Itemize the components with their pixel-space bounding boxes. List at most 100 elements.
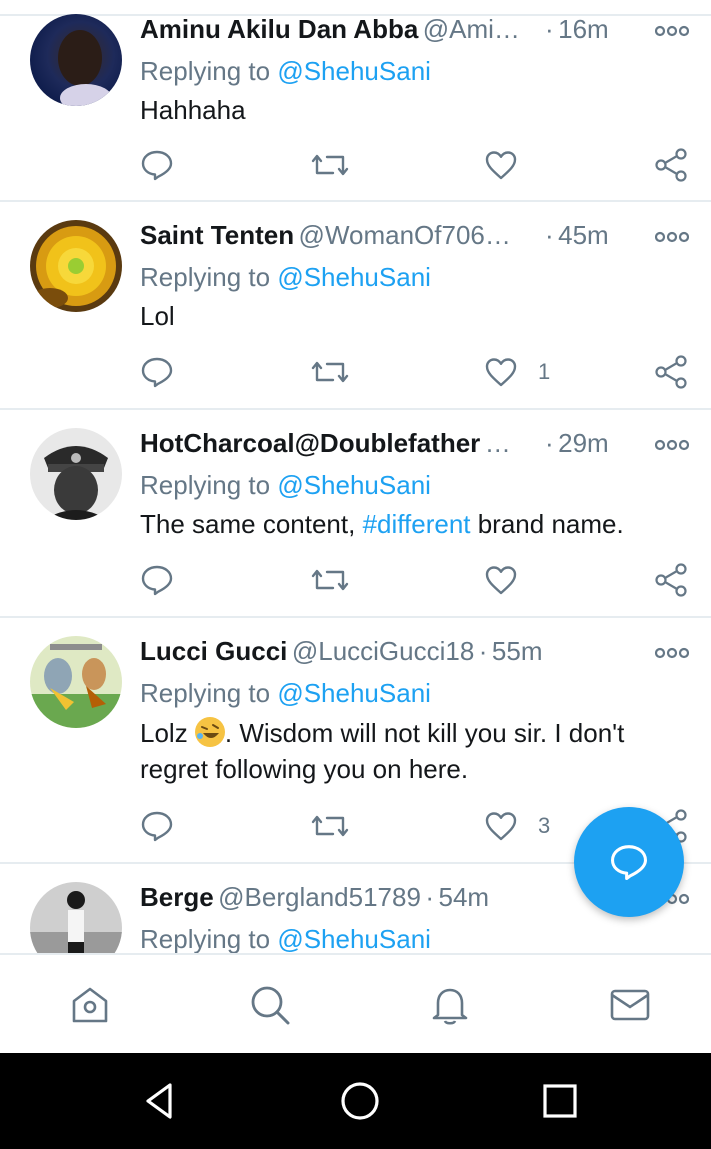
circle-home-icon bbox=[341, 1082, 379, 1120]
mention-link[interactable]: @ShehuSani bbox=[277, 262, 431, 292]
mail-icon bbox=[610, 989, 650, 1021]
reply-bubble-icon bbox=[141, 565, 173, 596]
tweet-item[interactable]: HotCharcoal@Doublefather … · 29m Replyin… bbox=[0, 410, 711, 618]
heart-icon bbox=[485, 358, 517, 387]
tweet-item[interactable]: Saint Tenten @WomanOf706… · 45m Replying… bbox=[0, 202, 711, 410]
like-button[interactable]: 3 bbox=[484, 804, 550, 848]
rolling-laughing-emoji-icon bbox=[194, 717, 225, 747]
tab-search[interactable] bbox=[246, 981, 294, 1029]
avatar[interactable] bbox=[30, 14, 122, 106]
tweet-feed: Aminu Akilu Dan Abba @Ami… · 16m Replyin… bbox=[0, 0, 711, 953]
user-handle: @Ami… bbox=[422, 14, 520, 44]
more-dots-icon[interactable] bbox=[655, 230, 689, 244]
retweet-icon bbox=[311, 569, 349, 591]
tab-notifications[interactable] bbox=[426, 981, 474, 1029]
user-handle: @WomanOf706… bbox=[298, 220, 511, 250]
display-name[interactable]: Lucci Gucci bbox=[140, 636, 287, 666]
timestamp: 54m bbox=[438, 882, 490, 912]
heart-icon bbox=[485, 151, 517, 180]
retweet-button[interactable] bbox=[311, 558, 349, 602]
separator-dot: · bbox=[545, 220, 554, 250]
mention-link[interactable]: @ShehuSani bbox=[277, 678, 431, 708]
retweet-icon bbox=[311, 815, 349, 837]
separator-dot: · bbox=[545, 428, 554, 458]
tweet-actions: 1 bbox=[0, 350, 711, 394]
reply-button[interactable] bbox=[140, 804, 174, 848]
retweet-button[interactable] bbox=[311, 350, 349, 394]
bell-icon bbox=[432, 988, 468, 1025]
tweet-text: Lol bbox=[140, 301, 175, 331]
reply-button[interactable] bbox=[140, 558, 174, 602]
reply-bubble-icon bbox=[141, 811, 173, 842]
share-button[interactable] bbox=[654, 558, 690, 602]
mention-link[interactable]: @ShehuSani bbox=[277, 470, 431, 500]
more-dots-icon[interactable] bbox=[655, 438, 689, 452]
like-button[interactable] bbox=[484, 143, 538, 187]
mention-link[interactable]: @ShehuSani bbox=[277, 56, 431, 86]
replying-to: Replying to @ShehuSani bbox=[140, 924, 431, 953]
more-dots-icon[interactable] bbox=[655, 24, 689, 38]
reply-bubble-icon bbox=[141, 357, 173, 388]
reply-button[interactable] bbox=[140, 350, 174, 394]
tweet-header: Lucci Gucci @LucciGucci18 · 55m bbox=[140, 636, 691, 670]
tweet-text-part: brand name. bbox=[470, 509, 624, 539]
reply-bubble-icon bbox=[141, 150, 173, 181]
mention-link[interactable]: @ShehuSani bbox=[277, 924, 431, 953]
retweet-button[interactable] bbox=[311, 143, 349, 187]
heart-icon bbox=[485, 812, 517, 841]
display-name[interactable]: HotCharcoal@Doublefather bbox=[140, 428, 480, 458]
heart-icon bbox=[485, 566, 517, 595]
display-name[interactable]: Aminu Akilu Dan Abba bbox=[140, 14, 418, 44]
system-navigation-bar bbox=[0, 1053, 711, 1149]
tweet-actions bbox=[0, 143, 711, 187]
hashtag-link[interactable]: #different bbox=[363, 509, 471, 539]
share-icon bbox=[655, 355, 687, 389]
system-home-button[interactable] bbox=[338, 1079, 382, 1123]
replying-to: Replying to @ShehuSani bbox=[140, 678, 431, 709]
like-button[interactable] bbox=[484, 558, 538, 602]
avatar[interactable] bbox=[30, 636, 122, 728]
timestamp: 29m bbox=[558, 428, 609, 458]
retweet-button[interactable] bbox=[311, 804, 349, 848]
bottom-tab-bar bbox=[0, 953, 711, 1055]
tweet-actions bbox=[0, 558, 711, 602]
replying-to: Replying to @ShehuSani bbox=[140, 56, 431, 87]
separator-dot: · bbox=[478, 636, 488, 666]
replying-prefix: Replying to bbox=[140, 678, 278, 708]
tweet-text-part: Lolz bbox=[140, 718, 195, 748]
system-recents-button[interactable] bbox=[538, 1079, 582, 1123]
tab-messages[interactable] bbox=[606, 981, 654, 1029]
reply-button[interactable] bbox=[140, 143, 174, 187]
avatar[interactable] bbox=[30, 882, 122, 953]
like-button[interactable]: 1 bbox=[484, 350, 550, 394]
separator-dot: · bbox=[425, 882, 435, 912]
triangle-back-icon bbox=[146, 1083, 172, 1119]
replying-to: Replying to @ShehuSani bbox=[140, 262, 431, 293]
display-name[interactable]: Berge bbox=[140, 882, 214, 912]
timestamp: 16m bbox=[558, 14, 609, 44]
compose-reply-button[interactable] bbox=[574, 807, 684, 917]
share-button[interactable] bbox=[654, 143, 690, 187]
tweet-text-part: The same content, bbox=[140, 509, 363, 539]
system-back-button[interactable] bbox=[138, 1079, 182, 1123]
retweet-icon bbox=[311, 154, 349, 176]
search-icon bbox=[251, 986, 290, 1025]
avatar[interactable] bbox=[30, 428, 122, 520]
user-handle: @Bergland51789 bbox=[218, 882, 421, 912]
user-handle: … bbox=[484, 428, 511, 458]
home-icon bbox=[72, 987, 108, 1023]
share-button[interactable] bbox=[654, 350, 690, 394]
tweet-header: Aminu Akilu Dan Abba @Ami… · 16m bbox=[140, 14, 691, 48]
tab-home[interactable] bbox=[66, 981, 114, 1029]
share-icon bbox=[655, 563, 687, 597]
avatar[interactable] bbox=[30, 220, 122, 312]
square-recents-icon bbox=[543, 1084, 577, 1118]
more-dots-icon[interactable] bbox=[655, 646, 689, 660]
share-icon bbox=[655, 148, 687, 182]
replying-prefix: Replying to bbox=[140, 262, 278, 292]
tweet-item[interactable]: Aminu Akilu Dan Abba @Ami… · 16m Replyin… bbox=[0, 0, 711, 202]
like-count: 1 bbox=[538, 359, 551, 384]
separator-dot: · bbox=[545, 14, 554, 44]
display-name[interactable]: Saint Tenten bbox=[140, 220, 294, 250]
tweet-text: Hahhaha bbox=[140, 95, 246, 125]
